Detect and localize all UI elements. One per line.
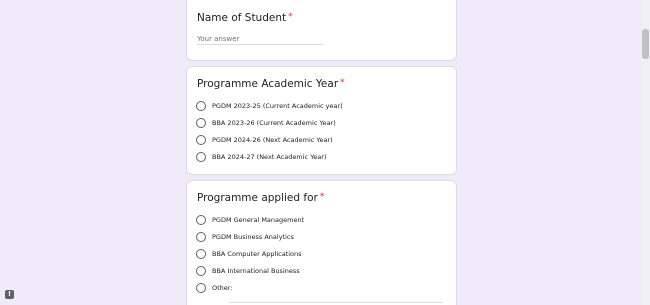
radio-button[interactable] — [196, 215, 206, 225]
question-card-programme-academic-year: Programme Academic Year * PGDM 2023-25 (C… — [186, 66, 457, 175]
radio-button[interactable] — [196, 232, 206, 242]
scrollbar[interactable] — [641, 0, 650, 305]
report-problem-icon[interactable]: ! — [5, 290, 14, 299]
radio-button[interactable] — [196, 101, 206, 111]
radio-option-pgdm-2023-25[interactable]: PGDM 2023-25 (Current Academic year) — [196, 100, 343, 112]
option-label: PGDM 2024-26 (Next Academic Year) — [212, 136, 333, 144]
radio-option-pgdm-general-management[interactable]: PGDM General Management — [196, 214, 304, 226]
option-label: PGDM General Management — [212, 216, 305, 224]
option-label: BBA 2023-26 (Current Academic Year) — [212, 119, 336, 127]
required-asterisk: * — [340, 78, 345, 88]
option-label: PGDM Business Analytics — [212, 233, 294, 241]
radio-button[interactable] — [196, 249, 206, 259]
option-label: BBA Computer Applications — [212, 250, 302, 258]
radio-option-pgdm-business-analytics[interactable]: PGDM Business Analytics — [196, 231, 294, 243]
question-title: Programme Academic Year * — [197, 78, 345, 90]
radio-button[interactable] — [196, 135, 206, 145]
radio-option-other[interactable]: Other: — [196, 282, 233, 294]
radio-button[interactable] — [196, 266, 206, 276]
radio-option-bba-2024-27[interactable]: BBA 2024-27 (Next Academic Year) — [196, 151, 327, 163]
other-text-input[interactable] — [229, 294, 443, 303]
radio-button[interactable] — [196, 152, 206, 162]
radio-option-bba-2023-26[interactable]: BBA 2023-26 (Current Academic Year) — [196, 117, 336, 129]
radio-option-bba-international-business[interactable]: BBA International Business — [196, 265, 300, 277]
question-card-programme-applied-for: Programme applied for * PGDM General Mana… — [186, 180, 457, 305]
question-title: Name of Student * — [197, 12, 293, 24]
radio-button[interactable] — [196, 118, 206, 128]
question-card-name-of-student: Name of Student * — [186, 0, 457, 61]
radio-option-pgdm-2024-26[interactable]: PGDM 2024-26 (Next Academic Year) — [196, 134, 333, 146]
question-title: Programme applied for * — [197, 192, 325, 204]
scrollbar-thumb[interactable] — [642, 29, 649, 59]
form-page: Name of Student* Programme Academic Year… — [0, 0, 650, 305]
option-label: BBA International Business — [212, 267, 300, 275]
radio-button[interactable] — [196, 283, 206, 293]
option-label: BBA 2024-27 (Next Academic Year) — [212, 153, 327, 161]
name-of-student-input[interactable] — [197, 33, 323, 45]
option-label: PGDM 2023-25 (Current Academic year) — [212, 102, 343, 110]
radio-option-bba-computer-applications[interactable]: BBA Computer Applications — [196, 248, 302, 260]
required-asterisk: * — [319, 192, 325, 202]
required-asterisk: * — [288, 12, 293, 22]
option-label: Other: — [212, 284, 233, 292]
